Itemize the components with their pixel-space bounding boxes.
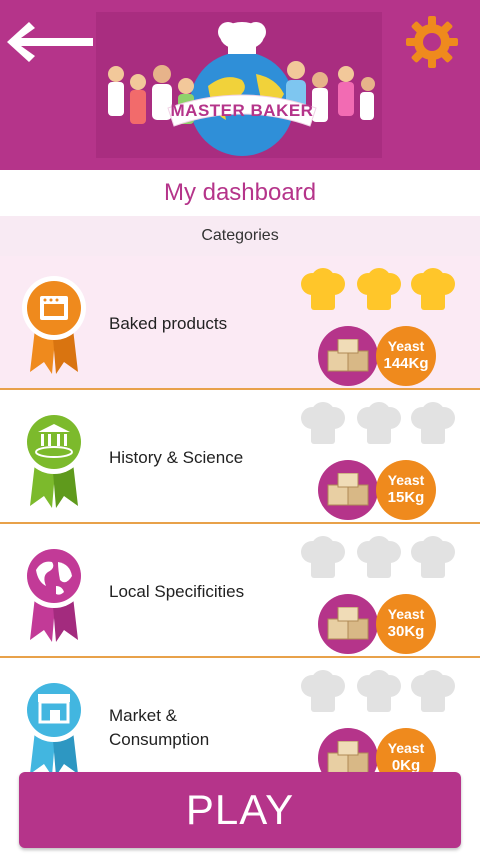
categories-header: Categories — [0, 216, 480, 256]
yeast-indicator: Yeast 30Kg — [318, 594, 438, 654]
app-header: MASTER BAKER — [0, 0, 480, 170]
chef-hat-grey-icon — [411, 402, 455, 444]
globe-badge-icon — [22, 544, 86, 642]
category-row-baked-products[interactable]: Baked products Yeast 144Kg — [0, 256, 480, 390]
chef-hat-grey-icon — [357, 536, 401, 578]
back-arrow-icon — [7, 22, 93, 62]
categories-header-label: Categories — [201, 227, 279, 244]
play-button-label: PLAY — [185, 786, 295, 833]
category-label: History & Science — [109, 448, 244, 467]
oven-badge-icon — [22, 276, 86, 374]
yeast-boxes-badge — [318, 460, 378, 520]
category-label: Baked products — [109, 314, 228, 333]
boxes-icon — [327, 339, 369, 372]
chef-hat-grey-icon — [301, 536, 345, 578]
yeast-indicator: Yeast 15Kg — [318, 460, 438, 520]
yeast-value: 30Kg — [387, 623, 425, 640]
page-title: My dashboard — [163, 179, 317, 206]
logo-text: MASTER BAKER — [171, 101, 314, 120]
yeast-amount-badge: Yeast 30Kg — [376, 594, 436, 654]
boxes-icon — [327, 741, 369, 774]
boxes-icon — [327, 607, 369, 640]
category-label: Local Specificities — [109, 582, 245, 601]
settings-button[interactable] — [404, 14, 460, 70]
yeast-amount-badge: Yeast 15Kg — [376, 460, 436, 520]
yeast-label: Yeast — [387, 472, 425, 488]
chef-hat-grey-icon — [411, 536, 455, 578]
yeast-indicator: Yeast 144Kg — [318, 326, 438, 386]
yeast-label: Yeast — [387, 338, 425, 354]
category-label-line1: Market & — [109, 706, 178, 725]
museum-badge-icon — [22, 410, 86, 508]
back-button[interactable] — [4, 14, 96, 70]
yeast-value: 15Kg — [387, 489, 425, 506]
category-row-local-specificities[interactable]: Local Specificities Yeast 30Kg — [0, 524, 480, 658]
gear-icon — [406, 16, 458, 68]
yeast-amount-badge: Yeast 144Kg — [376, 326, 436, 386]
play-button[interactable]: PLAY — [19, 772, 461, 848]
chef-hat-grey-icon — [411, 670, 455, 712]
chef-hat-rating — [300, 402, 460, 448]
chef-hat-rating — [300, 268, 460, 314]
chef-hat-gold-icon — [357, 268, 401, 310]
yeast-boxes-badge — [318, 326, 378, 386]
chef-hat-gold-icon — [411, 268, 455, 310]
chef-hat-gold-icon — [301, 268, 345, 310]
category-label-line2: Consumption — [109, 730, 210, 749]
chef-hat-grey-icon — [301, 402, 345, 444]
chef-hat-grey-icon — [357, 402, 401, 444]
yeast-value: 144Kg — [383, 355, 429, 372]
chef-hat-grey-icon — [357, 670, 401, 712]
yeast-label: Yeast — [387, 740, 425, 756]
yeast-boxes-badge — [318, 594, 378, 654]
shop-badge-icon — [22, 678, 86, 776]
master-baker-logo: MASTER BAKER — [96, 12, 382, 158]
chef-hat-rating — [300, 536, 460, 582]
category-row-history-science[interactable]: History & Science Yeast 15Kg — [0, 390, 480, 524]
chef-hat-grey-icon — [301, 670, 345, 712]
chef-hat-rating — [300, 670, 460, 716]
yeast-label: Yeast — [387, 606, 425, 622]
boxes-icon — [327, 473, 369, 506]
dashboard-title-bar: My dashboard — [0, 170, 480, 216]
